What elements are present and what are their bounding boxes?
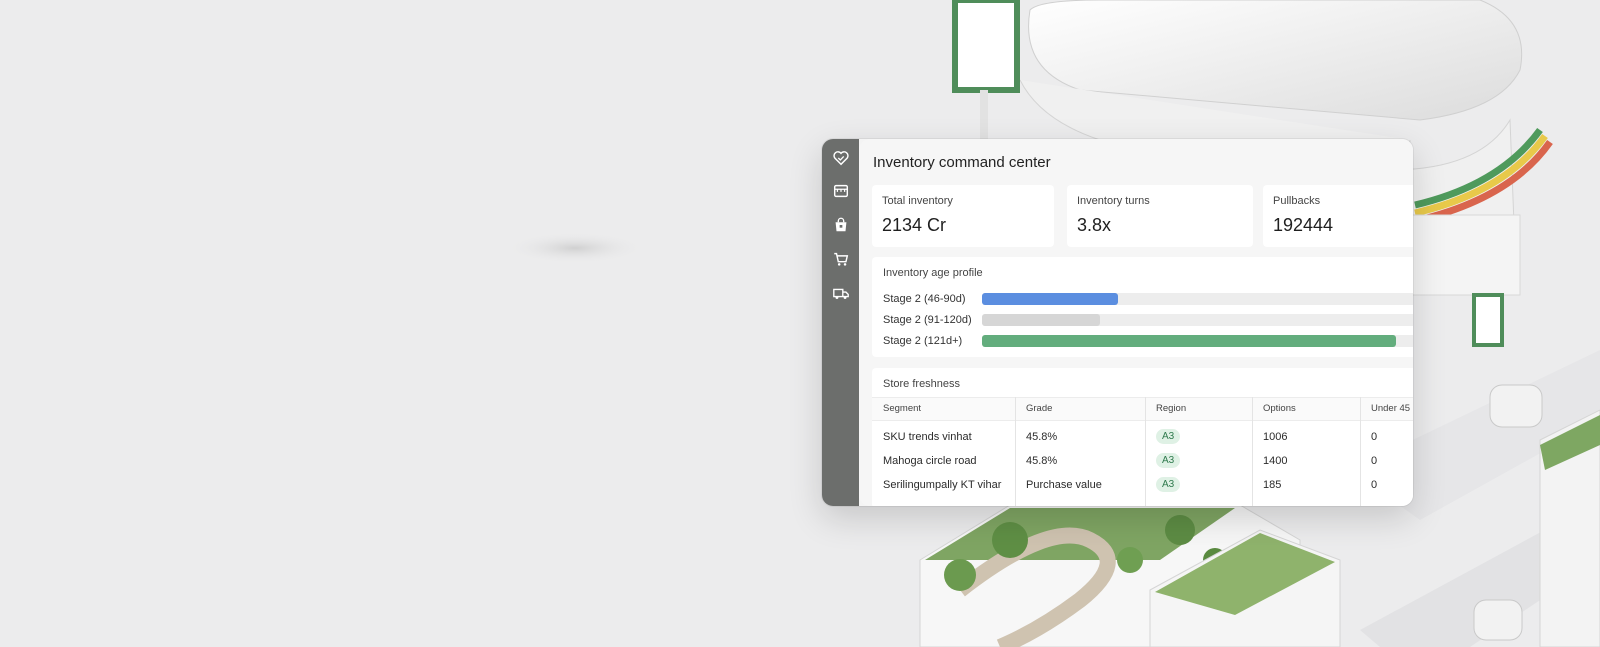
column-header-grade[interactable]: Grade [1026,403,1052,414]
cell-under-45: 0 [1371,479,1378,491]
bar-track [982,314,1413,326]
region-badge: A3 [1156,429,1181,444]
bar-label: Stage 2 (91-120d) [883,314,972,326]
kpi-card-pullbacks[interactable]: Pullbacks 192444 [1263,185,1413,247]
cell-grade: 45.8% [1026,455,1058,467]
main-panel: Inventory command center Total inventory… [859,139,1413,506]
kpi-label: Pullbacks [1273,195,1321,207]
bar-fill [982,314,1100,326]
column-divider [1360,397,1361,506]
column-header-segment[interactable]: Segment [883,403,921,414]
cell-grade: Purchase value [1026,479,1102,491]
card-title: Inventory age profile [883,267,983,279]
cell-segment: Mahoga circle road [883,455,977,467]
card-title: Store freshness [883,378,961,390]
cell-options: 1400 [1263,455,1288,467]
region-badge: A3 [1156,453,1181,468]
bar-label: Stage 2 (121d+) [883,335,963,347]
column-header-under-45[interactable]: Under 45 [1371,403,1410,414]
bar-track [982,335,1413,347]
column-divider [1252,397,1253,506]
kpi-value: 3.8x [1077,215,1112,235]
region-badge: A3 [1156,477,1181,492]
kpi-value: 2134 Cr [882,215,947,235]
delivery-truck-icon[interactable] [831,283,851,303]
bar-label: Stage 2 (46-90d) [883,293,966,305]
shopping-bag-icon[interactable] [831,215,851,235]
column-divider [1145,397,1146,506]
shopping-cart-icon[interactable] [831,249,851,269]
storefront-icon[interactable] [831,181,851,201]
kpi-label: Total inventory [882,195,953,207]
cell-options: 185 [1263,479,1282,491]
cell-under-45: 0 [1371,455,1378,467]
cell-grade: 45.8% [1026,431,1058,443]
bar-fill [982,335,1396,347]
inventory-window: Inventory command center Total inventory… [822,139,1413,506]
kpi-label: Inventory turns [1077,195,1150,207]
bar-fill [982,293,1119,305]
column-header-options[interactable]: Options [1263,403,1296,414]
column-divider [1015,397,1016,506]
table-header [872,397,1413,421]
bar-track [982,293,1413,305]
kpi-card-total-inventory[interactable]: Total inventory 2134 Cr [872,185,1054,247]
column-header-region[interactable]: Region [1156,403,1186,414]
brand-heart-icon[interactable] [831,148,851,168]
inventory-age-profile-card: Inventory age profile Stage 2 (46-90d) S… [872,257,1413,357]
page-title: Inventory command center [873,154,1051,171]
cell-options: 1006 [1263,431,1288,443]
cell-segment: SKU trends vinhat [883,431,972,443]
kpi-card-inventory-turns[interactable]: Inventory turns 3.8x [1067,185,1253,247]
kpi-value: 192444 [1273,215,1334,235]
store-freshness-card: Store freshness Segment Grade Region Opt… [872,368,1413,506]
cell-under-45: 0 [1371,431,1378,443]
icon-rail [822,139,859,506]
cell-segment: Serilingumpally KT vihar [883,479,1002,491]
